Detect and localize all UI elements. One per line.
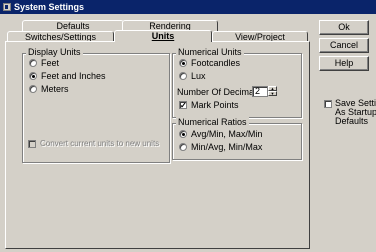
save-setting-checkbox[interactable] [324,100,332,108]
radio-meters[interactable] [29,85,37,93]
label-footcandles: Footcandles [191,58,241,68]
label-feet-and-inches: Feet and Inches [41,71,106,81]
radio-lux[interactable] [179,72,187,80]
decimals-down-icon[interactable]: ▼ [268,91,277,96]
units-tab-panel: Display Units Feet Feet and Inches Meter… [5,41,310,249]
tab-defaults[interactable]: Defaults [22,20,124,31]
label-min-avg-min-max: Min/Avg, Min/Max [191,142,263,152]
convert-units-checkbox[interactable] [28,140,36,148]
decimals-label: Number Of Decimals [177,87,261,97]
radio-feet[interactable] [29,59,37,67]
app-icon [3,3,11,11]
mark-points-checkbox[interactable]: ✓ [179,101,187,110]
label-avg-min-max-min: Avg/Min, Max/Min [191,129,263,139]
display-units-title: Display Units [26,47,83,57]
decimals-input[interactable]: 2 [252,86,268,97]
numerical-ratios-title: Numerical Ratios [176,117,249,127]
numerical-units-title: Numerical Units [176,47,244,57]
radio-min-avg-min-max[interactable] [179,143,187,151]
label-feet: Feet [41,58,60,68]
radio-footcandles[interactable] [179,59,187,67]
radio-feet-and-inches[interactable] [29,72,37,80]
cancel-button[interactable]: Cancel [319,38,369,53]
title-bar: System Settings [0,0,376,14]
label-lux: Lux [191,71,206,81]
label-meters: Meters [41,84,69,94]
save-setting-label: Save Setting As Startup Defaults [335,99,376,126]
radio-avg-min-max-min[interactable] [179,130,187,138]
save-setting-label-line3: Defaults [335,116,369,126]
mark-points-label: Mark Points [191,100,239,110]
convert-units-label: Convert current units to new units [40,139,160,148]
ok-button[interactable]: Ok [319,20,369,35]
tab-units[interactable]: Units [114,30,212,42]
help-button[interactable]: Help [319,56,369,71]
window-title: System Settings [14,2,85,12]
